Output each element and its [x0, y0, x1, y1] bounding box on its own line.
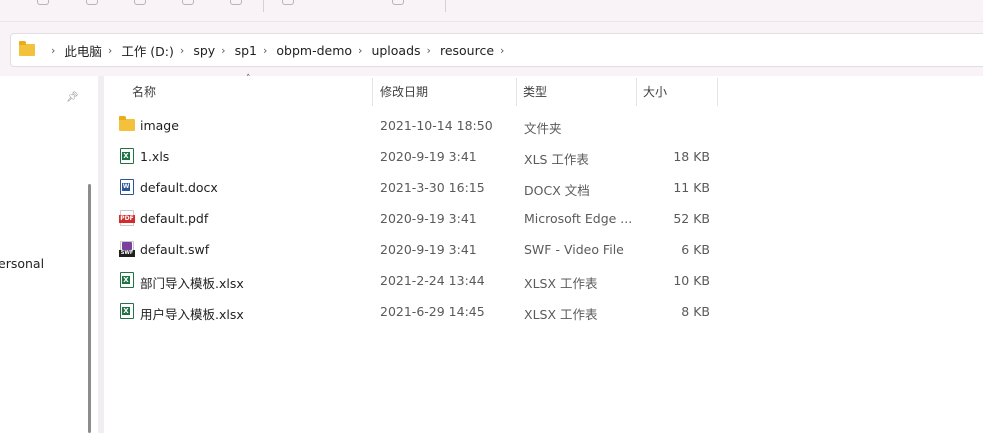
breadcrumb-uploads[interactable]: uploads: [371, 43, 420, 58]
folder-icon: [119, 116, 135, 131]
chevron-right-icon[interactable]: ›: [180, 44, 184, 57]
column-header-type[interactable]: 类型: [523, 76, 635, 106]
breadcrumb-sp1[interactable]: sp1: [235, 43, 257, 58]
file-date: 2020-9-19 3:41: [380, 211, 477, 226]
list-item[interactable]: 用户导入模板.xlsx 2021-6-29 14:45 XLSX 工作表 8 K…: [112, 297, 722, 325]
paste-icon[interactable]: [134, 0, 146, 5]
file-date: 2021-10-14 18:50: [380, 118, 493, 133]
swf-file-icon: [119, 241, 135, 257]
breadcrumb-spy[interactable]: spy: [193, 43, 215, 58]
column-header-type-label: 类型: [523, 84, 548, 99]
copy-icon[interactable]: [86, 0, 98, 5]
file-name: 用户导入模板.xlsx: [140, 307, 244, 322]
excel-file-icon: [120, 272, 134, 288]
file-type: SWF - Video File: [524, 242, 624, 257]
file-type: Microsoft Edge ...: [524, 211, 633, 226]
column-header-date[interactable]: 修改日期: [380, 76, 516, 106]
file-date: 2021-3-30 16:15: [380, 180, 485, 195]
breadcrumb-obpm-demo[interactable]: obpm-demo: [276, 43, 352, 58]
file-size: 18 KB: [673, 149, 710, 164]
command-bar: [0, 0, 983, 22]
chevron-right-icon[interactable]: ›: [221, 44, 225, 57]
column-divider[interactable]: [717, 78, 718, 106]
cut-icon[interactable]: [37, 0, 49, 5]
file-size: 11 KB: [673, 180, 710, 195]
file-type: 文件夹: [524, 121, 562, 136]
list-item[interactable]: 部门导入模板.xlsx 2021-2-24 13:44 XLSX 工作表 10 …: [112, 266, 722, 294]
breadcrumb-resource[interactable]: resource: [440, 43, 494, 58]
file-name: default.docx: [140, 180, 218, 195]
column-divider[interactable]: [516, 78, 517, 106]
rename-icon[interactable]: [182, 0, 194, 5]
column-header-size[interactable]: 大小: [643, 76, 717, 106]
pin-icon[interactable]: 📌︎: [66, 92, 79, 104]
chevron-right-icon[interactable]: ›: [500, 44, 504, 57]
sort-icon[interactable]: [282, 0, 294, 5]
file-date: 2020-9-19 3:41: [380, 149, 477, 164]
file-date: 2020-9-19 3:41: [380, 242, 477, 257]
word-file-icon: [120, 179, 134, 195]
navigation-pane: 📌︎ ersonal: [0, 76, 98, 433]
column-divider[interactable]: [372, 78, 373, 106]
file-type: XLSX 工作表: [524, 307, 598, 322]
list-item[interactable]: image 2021-10-14 18:50 文件夹: [112, 111, 722, 139]
excel-file-icon: [120, 303, 134, 319]
file-size: 10 KB: [673, 273, 710, 288]
column-header-size-label: 大小: [643, 84, 668, 99]
address-bar[interactable]: › 此电脑 › 工作 (D:) › spy › sp1 › obpm-demo …: [10, 33, 983, 67]
chevron-right-icon[interactable]: ›: [427, 44, 431, 57]
file-type: DOCX 文档: [524, 183, 590, 198]
nav-item-personal[interactable]: ersonal: [0, 256, 44, 271]
list-item[interactable]: 1.xls 2020-9-19 3:41 XLS 工作表 18 KB: [112, 142, 722, 170]
list-item[interactable]: default.docx 2021-3-30 16:15 DOCX 文档 11 …: [112, 173, 722, 201]
share-icon[interactable]: [230, 0, 242, 5]
pdf-file-icon: [119, 210, 135, 226]
file-type: XLS 工作表: [524, 152, 589, 167]
chevron-right-icon[interactable]: ›: [263, 44, 267, 57]
breadcrumb-this-pc[interactable]: 此电脑: [64, 41, 102, 60]
chevron-right-icon[interactable]: ›: [108, 44, 112, 57]
toolbar-divider: [445, 0, 446, 12]
column-header-name[interactable]: 名称: [132, 76, 372, 106]
file-size: 8 KB: [681, 304, 710, 319]
chevron-right-icon[interactable]: ›: [51, 44, 55, 57]
chevron-right-icon[interactable]: ›: [358, 44, 362, 57]
toolbar-divider: [263, 0, 264, 12]
file-name: 1.xls: [140, 149, 170, 164]
column-header-name-label: 名称: [132, 84, 157, 99]
file-size: 6 KB: [681, 242, 710, 257]
file-name: default.pdf: [140, 211, 209, 226]
address-bar-area: › 此电脑 › 工作 (D:) › spy › sp1 › obpm-demo …: [0, 22, 983, 76]
file-type: XLSX 工作表: [524, 276, 598, 291]
nav-scrollbar[interactable]: [88, 184, 91, 433]
file-list: ˄ 名称 修改日期 类型 大小 image 2021-10-14 18:50 文…: [104, 74, 983, 433]
file-name: image: [140, 118, 179, 133]
file-date: 2021-2-24 13:44: [380, 273, 485, 288]
file-name: 部门导入模板.xlsx: [140, 276, 244, 291]
breadcrumb-drive-d[interactable]: 工作 (D:): [121, 41, 174, 60]
list-item[interactable]: default.pdf 2020-9-19 3:41 Microsoft Edg…: [112, 204, 722, 232]
file-date: 2021-6-29 14:45: [380, 304, 485, 319]
file-size: 52 KB: [673, 211, 710, 226]
column-divider[interactable]: [636, 78, 637, 106]
list-item[interactable]: default.swf 2020-9-19 3:41 SWF - Video F…: [112, 235, 722, 263]
excel-file-icon: [120, 148, 134, 164]
column-header-date-label: 修改日期: [380, 84, 429, 99]
view-icon[interactable]: [392, 0, 404, 5]
file-name: default.swf: [140, 242, 210, 257]
folder-icon: [19, 41, 35, 56]
